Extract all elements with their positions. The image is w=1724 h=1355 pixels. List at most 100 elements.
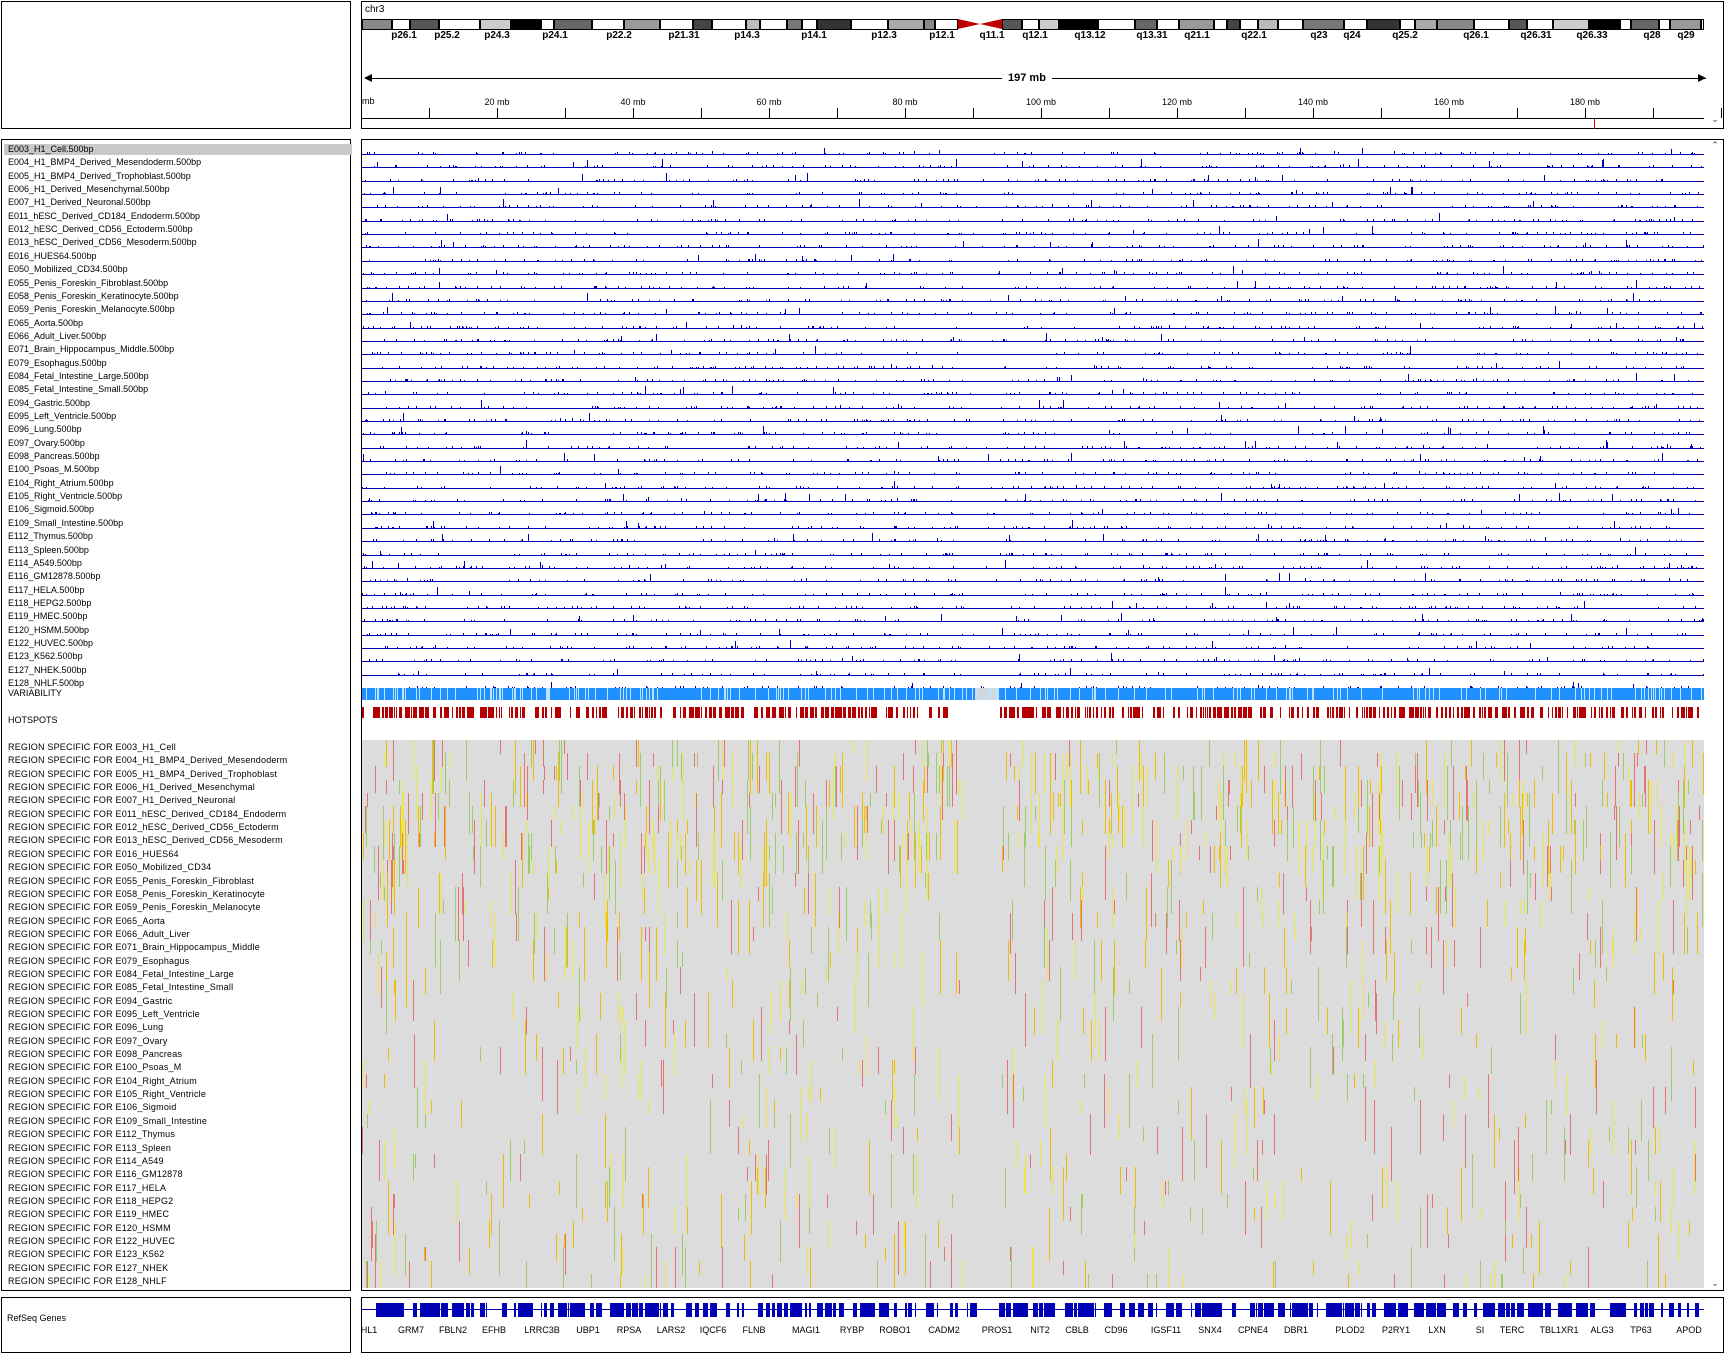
track-label[interactable]: E114_A549.500bp bbox=[8, 558, 82, 569]
region-specific-label[interactable]: REGION SPECIFIC FOR E113_Spleen bbox=[8, 1143, 171, 1154]
track-label[interactable]: E122_HUVEC.500bp bbox=[8, 638, 93, 649]
track-label[interactable]: E106_Sigmoid.500bp bbox=[8, 504, 94, 515]
track-label[interactable]: E050_Mobilized_CD34.500bp bbox=[8, 264, 128, 275]
region-specific-label[interactable]: REGION SPECIFIC FOR E006_H1_Derived_Mese… bbox=[8, 782, 255, 793]
variability-track-label[interactable]: VARIABILITY bbox=[8, 688, 62, 699]
region-specific-label[interactable]: REGION SPECIFIC FOR E004_H1_BMP4_Derived… bbox=[8, 755, 288, 766]
track-label[interactable]: E100_Psoas_M.500bp bbox=[8, 464, 99, 475]
region-specific-label[interactable]: REGION SPECIFIC FOR E106_Sigmoid bbox=[8, 1102, 176, 1113]
ruler-tick-label: 180 mb bbox=[1570, 97, 1600, 107]
ruler-tick bbox=[429, 108, 430, 118]
region-specific-label[interactable]: REGION SPECIFIC FOR E003_H1_Cell bbox=[8, 742, 176, 753]
region-specific-label[interactable]: REGION SPECIFIC FOR E127_NHEK bbox=[8, 1263, 168, 1274]
track-label[interactable]: E011_hESC_Derived_CD184_Endoderm.500bp bbox=[8, 211, 200, 222]
region-specific-label[interactable]: REGION SPECIFIC FOR E112_Thymus bbox=[8, 1129, 175, 1140]
track-label[interactable]: E095_Left_Ventricle.500bp bbox=[8, 411, 116, 422]
region-specific-label[interactable]: REGION SPECIFIC FOR E097_Ovary bbox=[8, 1036, 168, 1047]
ruler-tick bbox=[905, 108, 906, 118]
region-specific-label[interactable]: REGION SPECIFIC FOR E100_Psoas_M bbox=[8, 1062, 181, 1073]
track-label[interactable]: E013_hESC_Derived_CD56_Mesoderm.500bp bbox=[8, 237, 197, 248]
track-label[interactable]: E117_HELA.500bp bbox=[8, 585, 84, 596]
region-specific-label[interactable]: REGION SPECIFIC FOR E059_Penis_Foreskin_… bbox=[8, 902, 261, 913]
region-specific-label[interactable]: REGION SPECIFIC FOR E012_hESC_Derived_CD… bbox=[8, 822, 279, 833]
track-label[interactable]: E065_Aorta.500bp bbox=[8, 318, 83, 329]
region-specific-label[interactable]: REGION SPECIFIC FOR E094_Gastric bbox=[8, 996, 172, 1007]
region-specific-label[interactable]: REGION SPECIFIC FOR E016_HUES64 bbox=[8, 849, 179, 860]
ruler-tick-label: 60 mb bbox=[756, 97, 781, 107]
track-label[interactable]: E105_Right_Ventricle.500bp bbox=[8, 491, 122, 502]
ruler-tick-label: 120 mb bbox=[1162, 97, 1192, 107]
track-label[interactable]: E084_Fetal_Intestine_Large.500bp bbox=[8, 371, 149, 382]
track-label[interactable]: E059_Penis_Foreskin_Melanocyte.500bp bbox=[8, 304, 175, 315]
region-specific-label[interactable]: REGION SPECIFIC FOR E120_HSMM bbox=[8, 1223, 171, 1234]
track-label[interactable]: E004_H1_BMP4_Derived_Mesendoderm.500bp bbox=[8, 157, 201, 168]
region-specific-label[interactable]: REGION SPECIFIC FOR E005_H1_BMP4_Derived… bbox=[8, 769, 277, 780]
region-specific-label[interactable]: REGION SPECIFIC FOR E128_NHLF bbox=[8, 1276, 167, 1287]
track-label[interactable]: E096_Lung.500bp bbox=[8, 424, 82, 435]
ruler-tick bbox=[565, 108, 566, 118]
track-label[interactable]: E071_Brain_Hippocampus_Middle.500bp bbox=[8, 344, 174, 355]
ruler-tick bbox=[1041, 108, 1042, 118]
region-specific-label[interactable]: REGION SPECIFIC FOR E066_Adult_Liver bbox=[8, 929, 190, 940]
track-label[interactable]: E007_H1_Derived_Neuronal.500bp bbox=[8, 197, 151, 208]
region-specific-label[interactable]: REGION SPECIFIC FOR E116_GM12878 bbox=[8, 1169, 183, 1180]
track-label[interactable]: E085_Fetal_Intestine_Small.500bp bbox=[8, 384, 148, 395]
track-label[interactable]: E055_Penis_Foreskin_Fibroblast.500bp bbox=[8, 278, 168, 289]
region-specific-label[interactable]: REGION SPECIFIC FOR E123_K562 bbox=[8, 1249, 164, 1260]
track-label[interactable]: E016_HUES64.500bp bbox=[8, 251, 97, 262]
track-label[interactable]: E118_HEPG2.500bp bbox=[8, 598, 91, 609]
region-specific-label[interactable]: REGION SPECIFIC FOR E079_Esophagus bbox=[8, 956, 189, 967]
track-label[interactable]: E012_hESC_Derived_CD56_Ectoderm.500bp bbox=[8, 224, 193, 235]
region-specific-label[interactable]: REGION SPECIFIC FOR E050_Mobilized_CD34 bbox=[8, 862, 211, 873]
track-label[interactable]: E098_Pancreas.500bp bbox=[8, 451, 100, 462]
track-label[interactable]: E119_HMEC.500bp bbox=[8, 611, 87, 622]
region-specific-label[interactable]: REGION SPECIFIC FOR E085_Fetal_Intestine… bbox=[8, 982, 233, 993]
header-name-panel bbox=[1, 1, 351, 129]
track-label[interactable]: E123_K562.500bp bbox=[8, 651, 83, 662]
region-specific-label[interactable]: REGION SPECIFIC FOR E098_Pancreas bbox=[8, 1049, 182, 1060]
header-panel[interactable]: chr3 p26.1 p25.2 p24.3 p24.1 p22.2 p21.31 p14.… bbox=[361, 1, 1724, 129]
region-specific-label[interactable]: REGION SPECIFIC FOR E095_Left_Ventricle bbox=[8, 1009, 200, 1020]
hotspots-track-label[interactable]: HOTSPOTS bbox=[8, 715, 58, 726]
region-specific-label[interactable]: REGION SPECIFIC FOR E119_HMEC bbox=[8, 1209, 169, 1220]
region-specific-label[interactable]: REGION SPECIFIC FOR E114_A549 bbox=[8, 1156, 164, 1167]
region-specific-label[interactable]: REGION SPECIFIC FOR E104_Right_Atrium bbox=[8, 1076, 197, 1087]
region-specific-label[interactable]: REGION SPECIFIC FOR E058_Penis_Foreskin_… bbox=[8, 889, 265, 900]
track-label[interactable]: E079_Esophagus.500bp bbox=[8, 358, 107, 369]
track-label[interactable]: E112_Thymus.500bp bbox=[8, 531, 93, 542]
scroll-down-icon[interactable]: ⌄ bbox=[1709, 114, 1721, 125]
track-label[interactable]: E120_HSMM.500bp bbox=[8, 625, 89, 636]
track-label[interactable]: E113_Spleen.500bp bbox=[8, 545, 89, 556]
track-names-panel[interactable]: E003_H1_Cell.500bp E004_H1_BMP4_Derived_M… bbox=[1, 139, 351, 1291]
track-label[interactable]: E116_GM12878.500bp bbox=[8, 571, 100, 582]
region-specific-label[interactable]: REGION SPECIFIC FOR E105_Right_Ventricle bbox=[8, 1089, 206, 1100]
region-specific-label[interactable]: REGION SPECIFIC FOR E071_Brain_Hippocamp… bbox=[8, 942, 260, 953]
ruler-tick-label: 140 mb bbox=[1298, 97, 1328, 107]
region-specific-label[interactable]: REGION SPECIFIC FOR E109_Small_Intestine bbox=[8, 1116, 207, 1127]
track-label[interactable]: E109_Small_Intestine.500bp bbox=[8, 518, 123, 529]
track-label[interactable]: E058_Penis_Foreskin_Keratinocyte.500bp bbox=[8, 291, 179, 302]
ruler-tick bbox=[1381, 108, 1382, 118]
region-specific-label[interactable]: REGION SPECIFIC FOR E084_Fetal_Intestine… bbox=[8, 969, 234, 980]
track-label[interactable]: E094_Gastric.500bp bbox=[8, 398, 90, 409]
data-panel[interactable]: ⌃ ⌄ bbox=[361, 139, 1724, 1291]
track-label[interactable]: E104_Right_Atrium.500bp bbox=[8, 478, 114, 489]
scroll-up-icon[interactable]: ⌃ bbox=[1709, 140, 1721, 151]
scroll-down-icon[interactable]: ⌄ bbox=[1709, 1278, 1721, 1289]
region-specific-label[interactable]: REGION SPECIFIC FOR E013_hESC_Derived_CD… bbox=[8, 835, 283, 846]
ruler-tick bbox=[633, 108, 634, 118]
region-specific-label[interactable]: REGION SPECIFIC FOR E055_Penis_Foreskin_… bbox=[8, 876, 254, 887]
track-label[interactable]: E003_H1_Cell.500bp bbox=[4, 144, 352, 155]
region-specific-label[interactable]: REGION SPECIFIC FOR E065_Aorta bbox=[8, 916, 165, 927]
track-label[interactable]: E005_H1_BMP4_Derived_Trophoblast.500bp bbox=[8, 171, 191, 182]
track-label[interactable]: E006_H1_Derived_Mesenchymal.500bp bbox=[8, 184, 170, 195]
track-label[interactable]: E097_Ovary.500bp bbox=[8, 438, 85, 449]
region-specific-label[interactable]: REGION SPECIFIC FOR E118_HEPG2 bbox=[8, 1196, 173, 1207]
region-specific-label[interactable]: REGION SPECIFIC FOR E117_HELA bbox=[8, 1183, 166, 1194]
region-specific-label[interactable]: REGION SPECIFIC FOR E122_HUVEC bbox=[8, 1236, 175, 1247]
track-label[interactable]: E127_NHEK.500bp bbox=[8, 665, 87, 676]
region-specific-label[interactable]: REGION SPECIFIC FOR E096_Lung bbox=[8, 1022, 163, 1033]
region-specific-label[interactable]: REGION SPECIFIC FOR E011_hESC_Derived_CD… bbox=[8, 809, 286, 820]
track-label[interactable]: E066_Adult_Liver.500bp bbox=[8, 331, 106, 342]
region-specific-label[interactable]: REGION SPECIFIC FOR E007_H1_Derived_Neur… bbox=[8, 795, 235, 806]
